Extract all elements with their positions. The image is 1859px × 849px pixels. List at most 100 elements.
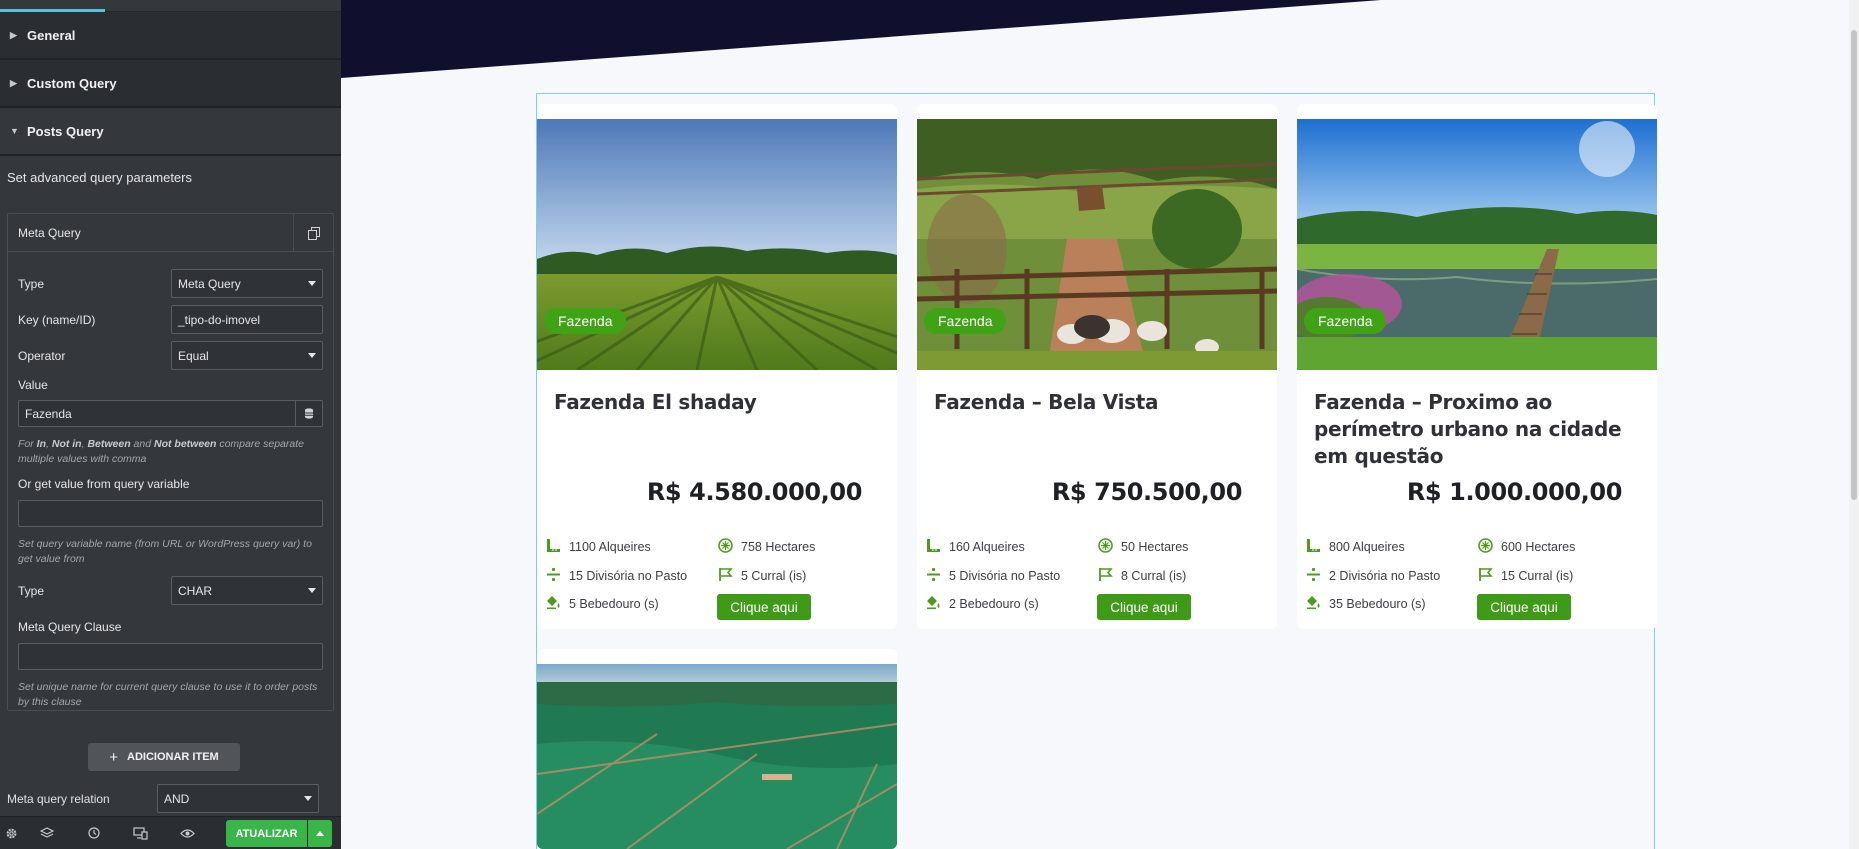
feature-hectares-text: 758 Hectares [741,540,816,554]
query-var-input[interactable] [18,500,323,527]
listing-card[interactable]: Fazenda Fazenda El shaday R$ 4.580.000,0… [537,104,897,629]
query-var-note: Set query variable name (from URL or Wor… [18,538,312,565]
feature-divisoria-text: 2 Divisória no Pasto [1329,569,1441,583]
listing-type-badge: Fazenda [1304,308,1387,334]
feature-alqueires-text: 1100 Alqueires [569,540,651,554]
update-button[interactable]: ATUALIZAR [226,820,307,847]
feature-hectares: 600 Hectares [1478,538,1575,556]
caret-right-icon: ▶ [10,77,17,88]
query-var-label: Or get value from query variable [18,477,190,491]
feature-divisoria-text: 5 Divisória no Pasto [949,569,1061,583]
section-general-label: General [27,27,76,43]
responsive-icon[interactable] [117,817,164,849]
feature-alqueires: 1100 Alqueires [546,538,651,556]
value-note-and: and [130,438,154,450]
listing-price: R$ 1.000.000,00 [1406,478,1623,506]
section-posts-query[interactable]: ▼ Posts Query [0,108,341,156]
area-grid-icon [718,538,733,556]
clique-aqui-button[interactable]: Clique aqui [1097,594,1191,620]
section-custom-query-label: Custom Query [27,75,117,91]
type2-select[interactable]: CHAR [171,576,323,605]
chevron-down-icon [308,353,316,358]
key-input[interactable]: _tipo-do-imovel [171,305,323,334]
section-posts-query-label: Posts Query [27,123,104,139]
listing-card[interactable] [537,649,897,849]
type2-select-value: CHAR [178,583,213,598]
value-note-notin: Not in [51,438,82,450]
feature-bebedouro: 2 Bebedouro (s) [926,595,1039,613]
type2-label: Type [18,583,45,598]
key-input-value: _tipo-do-imovel [178,312,261,327]
divide-icon [1306,567,1321,585]
listing-price: R$ 4.580.000,00 [646,478,863,506]
repeater-item-header[interactable]: Meta Query [8,214,333,252]
relation-select[interactable]: AND [157,784,319,813]
area-grid-icon [1478,538,1493,556]
ruler-icon [546,538,561,556]
listing-card[interactable]: Fazenda Fazenda – Bela Vista R$ 750.500,… [917,104,1277,629]
section-general[interactable]: ▶ General [0,12,341,60]
page-preview: Fazenda Fazenda El shaday R$ 4.580.000,0… [341,0,1859,849]
listing-title[interactable]: Fazenda El shaday [554,389,884,416]
listing-price: R$ 750.500,00 [1051,478,1243,506]
water-fill-icon [546,595,561,613]
feature-alqueires: 800 Alqueires [1306,538,1405,556]
update-options-button[interactable] [308,820,332,847]
feature-curral-text: 8 Curral (is) [1121,569,1187,583]
flag-icon [1098,567,1113,585]
listing-title[interactable]: Fazenda – Proximo ao perímetro urbano na… [1314,389,1644,470]
dynamic-tags-icon[interactable] [295,401,322,426]
feature-divisoria: 2 Divisória no Pasto [1306,567,1440,585]
value-input-text: Fazenda [25,406,72,421]
active-tab-indicator [0,9,105,12]
divide-icon [546,567,561,585]
type-label: Type [18,276,45,291]
type2-control: Type CHAR [18,576,323,605]
repeater-item-title: Meta Query [18,225,81,240]
settings-icon[interactable] [0,817,23,849]
feature-hectares: 758 Hectares [718,538,815,556]
meta-query-repeater-item: Meta Query Type Meta Query Key (name/ID)… [7,213,334,711]
feature-hectares-text: 50 Hectares [1121,540,1189,554]
feature-curral-text: 15 Curral (is) [1501,569,1574,583]
chevron-down-icon [304,796,312,801]
clique-aqui-button[interactable]: Clique aqui [717,594,811,620]
ruler-icon [926,538,941,556]
aerial-farm-image[interactable] [537,664,897,849]
area-grid-icon [1098,538,1113,556]
feature-curral: 15 Curral (is) [1478,567,1573,585]
preview-scrollbar[interactable] [1849,0,1859,849]
clause-input[interactable] [18,643,323,670]
feature-divisoria: 15 Divisória no Pasto [546,567,687,585]
scrollbar-thumb[interactable] [1851,30,1857,500]
feature-divisoria-text: 15 Divisória no Pasto [569,569,688,583]
feature-bebedouro-text: 35 Bebedouro (s) [1329,597,1426,611]
clique-aqui-button[interactable]: Clique aqui [1477,594,1571,620]
editor-panel: ▶ General ▶ Custom Query ▼ Posts Query S… [0,0,341,849]
panel-tab-bar [0,0,341,12]
add-item-button[interactable]: + ADICIONAR ITEM [88,743,240,771]
listing-type-badge: Fazenda [924,308,1007,334]
feature-curral: 8 Curral (is) [1098,567,1186,585]
feature-bebedouro: 5 Bebedouro (s) [546,595,659,613]
duplicate-icon[interactable] [293,214,333,252]
operator-select[interactable]: Equal [171,341,323,370]
listing-card[interactable]: Fazenda Fazenda – Proximo ao perímetro u… [1297,104,1657,629]
value-input[interactable]: Fazenda [18,400,323,427]
feature-alqueires-text: 800 Alqueires [1329,540,1405,554]
key-control: Key (name/ID) _tipo-do-imovel [18,305,323,334]
type-select[interactable]: Meta Query [171,269,323,298]
relation-control: Meta query relation AND [7,784,319,813]
layers-icon[interactable] [23,817,70,849]
preview-eye-icon[interactable] [164,817,211,849]
listing-title[interactable]: Fazenda – Bela Vista [934,389,1264,416]
operator-select-value: Equal [178,348,209,363]
relation-select-value: AND [164,791,190,806]
type-control: Type Meta Query [18,269,323,298]
posts-query-description: Set advanced query parameters [7,170,192,185]
history-icon[interactable] [70,817,117,849]
flag-icon [1478,567,1493,585]
caret-right-icon: ▶ [10,29,17,40]
value-label: Value [18,378,48,392]
section-custom-query[interactable]: ▶ Custom Query [0,60,341,108]
